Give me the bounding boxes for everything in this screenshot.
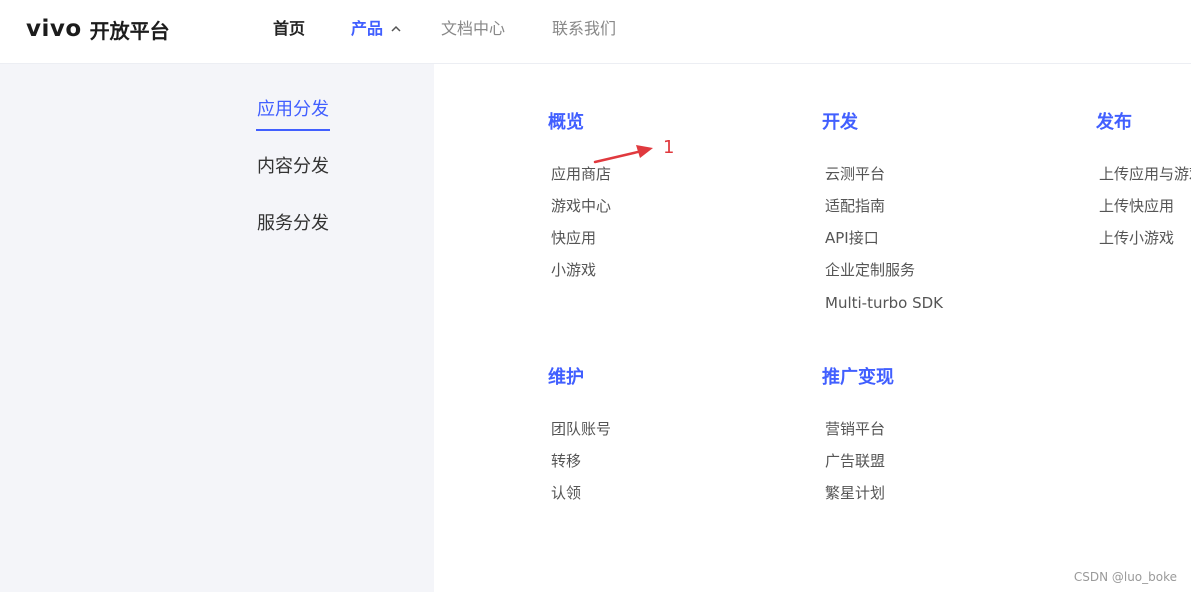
sidebar-item-service-distribution[interactable]: 服务分发 bbox=[257, 211, 329, 237]
link-upload-mini-game[interactable]: 上传小游戏 bbox=[1099, 227, 1174, 249]
nav-docs[interactable]: 文档中心 bbox=[441, 18, 505, 40]
category-title-promote: 推广变现 bbox=[822, 367, 894, 388]
publish-column: 发布 上传应用与游戏 上传快应用 上传小游戏 bbox=[1090, 100, 1191, 260]
link-transfer[interactable]: 转移 bbox=[551, 450, 581, 472]
active-tab-underline bbox=[256, 129, 330, 131]
link-adapt-guide[interactable]: 适配指南 bbox=[825, 195, 885, 217]
category-title-publish: 发布 bbox=[1096, 112, 1132, 133]
link-upload-quick-app[interactable]: 上传快应用 bbox=[1099, 195, 1174, 217]
link-ad-alliance[interactable]: 广告联盟 bbox=[825, 450, 885, 472]
nav-product[interactable]: 产品 bbox=[351, 18, 403, 40]
link-marketing-platform[interactable]: 营销平台 bbox=[825, 418, 885, 440]
category-title-maintain: 维护 bbox=[548, 367, 584, 388]
link-app-store[interactable]: 应用商店 bbox=[551, 163, 611, 185]
nav-product-label: 产品 bbox=[351, 19, 384, 38]
link-api[interactable]: API接口 bbox=[825, 227, 879, 249]
logo-text: 开放平台 bbox=[89, 18, 170, 43]
chevron-up-icon bbox=[391, 25, 401, 32]
link-star-plan[interactable]: 繁星计划 bbox=[825, 482, 885, 504]
annotation-number: 1 bbox=[663, 137, 675, 158]
logo-brand: vivo bbox=[26, 16, 82, 42]
annotation-arrow-icon bbox=[593, 145, 653, 164]
link-enterprise-service[interactable]: 企业定制服务 bbox=[825, 259, 915, 281]
watermark: CSDN @luo_boke bbox=[1073, 570, 1177, 584]
link-team-account[interactable]: 团队账号 bbox=[551, 418, 611, 440]
site-logo[interactable]: vivo 开放平台 bbox=[26, 14, 170, 44]
product-sidebar bbox=[0, 64, 434, 592]
link-quick-app[interactable]: 快应用 bbox=[551, 227, 596, 249]
nav-home[interactable]: 首页 bbox=[273, 18, 305, 40]
link-mini-game[interactable]: 小游戏 bbox=[551, 259, 596, 281]
link-multi-turbo-sdk[interactable]: Multi-turbo SDK bbox=[825, 292, 943, 314]
link-upload-app-game[interactable]: 上传应用与游戏 bbox=[1099, 163, 1191, 185]
link-claim[interactable]: 认领 bbox=[551, 482, 581, 504]
category-title-develop: 开发 bbox=[822, 112, 858, 133]
sidebar-item-app-distribution[interactable]: 应用分发 bbox=[257, 97, 329, 123]
category-title-overview: 概览 bbox=[548, 112, 584, 133]
top-header: vivo 开放平台 首页 产品 文档中心 联系我们 bbox=[0, 0, 1191, 64]
nav-contact[interactable]: 联系我们 bbox=[552, 18, 616, 40]
link-cloud-test[interactable]: 云测平台 bbox=[825, 163, 885, 185]
link-game-center[interactable]: 游戏中心 bbox=[551, 195, 611, 217]
sidebar-item-content-distribution[interactable]: 内容分发 bbox=[257, 154, 329, 180]
